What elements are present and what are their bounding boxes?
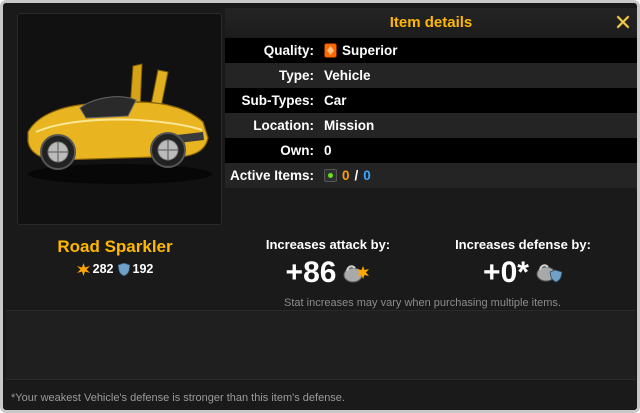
item-defense-stat: 192 [117, 262, 154, 276]
stat-note: Stat increases may vary when purchasing … [284, 297, 561, 309]
detail-label: Active Items: [229, 168, 314, 183]
active-items-separator: / [354, 168, 359, 183]
defense-increase-label: Increases defense by: [455, 237, 591, 252]
detail-row-location: Location: Mission [225, 113, 637, 138]
details-header: Item details [225, 8, 637, 37]
detail-row-type: Type: Vehicle [225, 63, 637, 88]
attack-fist-icon [343, 265, 370, 283]
detail-value: Vehicle [324, 68, 371, 83]
purchase-area [6, 310, 636, 380]
attack-icon [76, 262, 90, 276]
close-icon[interactable] [615, 14, 631, 30]
item-image-frame [17, 13, 222, 225]
detail-value: Car [324, 93, 347, 108]
item-attack-value: 282 [92, 262, 114, 276]
detail-row-active-items: Active Items: 0 / 0 [225, 163, 637, 188]
defense-increase-display: +0* [443, 256, 603, 290]
detail-row-own: Own: 0 [225, 138, 637, 163]
detail-value: Mission [324, 118, 375, 133]
detail-value: 0 / 0 [320, 168, 371, 183]
active-item-icon [324, 169, 337, 182]
car-image [27, 63, 212, 184]
item-attack-stat: 282 [76, 262, 114, 276]
attack-increase-value: +86 [285, 256, 337, 289]
item-defense-value: 192 [132, 262, 154, 276]
detail-row-subtypes: Sub-Types: Car [225, 88, 637, 113]
detail-row-quality: Quality: Superior [225, 38, 637, 63]
defense-fist-icon [536, 264, 563, 283]
header-title: Item details [389, 14, 473, 31]
attack-increase-display: +86 [253, 256, 403, 290]
quality-value: Superior [342, 43, 398, 58]
attack-increase-label: Increases attack by: [265, 237, 391, 252]
detail-label: Location: [253, 118, 314, 133]
item-details-panel: Item details Quality: Superior Type: Veh… [0, 0, 640, 413]
defense-increase-value: +0* [483, 256, 529, 289]
defense-icon [117, 262, 130, 276]
defense-increase: Increases defense by: +0* [443, 237, 603, 290]
details-rows: Quality: Superior Type: Vehicle Sub-Type… [225, 38, 637, 188]
detail-value: Superior [320, 43, 398, 58]
detail-label: Quality: [263, 43, 314, 58]
detail-label: Sub-Types: [241, 93, 314, 108]
detail-value: 0 [324, 143, 332, 158]
detail-label: Type: [278, 68, 314, 83]
active-items-max: 0 [363, 168, 371, 183]
detail-label: Own: [280, 143, 314, 158]
item-stats: 282 192 [17, 262, 213, 276]
attack-increase: Increases attack by: +86 [253, 237, 403, 290]
quality-gem-icon [324, 43, 337, 58]
footer-note: *Your weakest Vehicle's defense is stron… [11, 392, 345, 404]
item-name: Road Sparkler [57, 237, 173, 256]
active-items-current: 0 [342, 168, 350, 183]
